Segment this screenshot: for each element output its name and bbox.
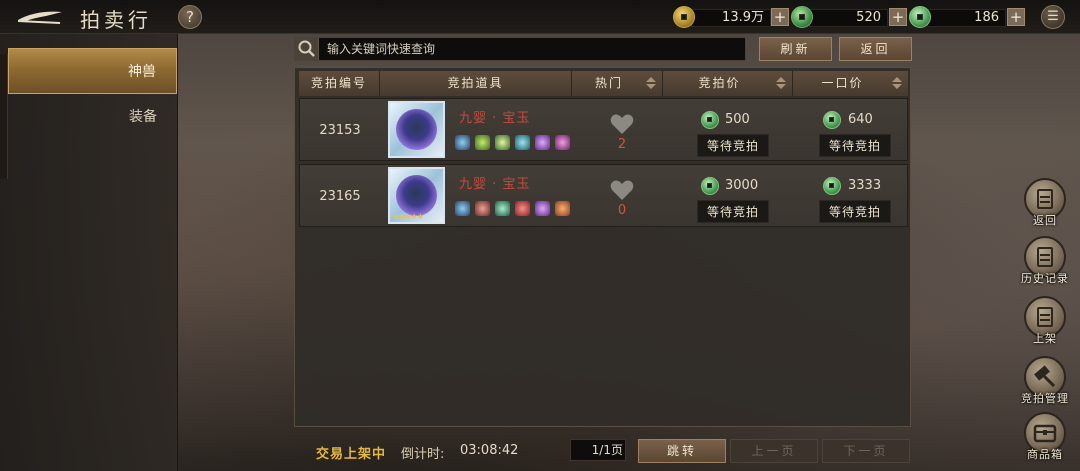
sort-arrows-icon[interactable] xyxy=(646,77,656,89)
add-gold-button[interactable]: + xyxy=(771,8,789,26)
col-hot[interactable]: 热门 xyxy=(572,71,663,96)
skill-icon[interactable] xyxy=(475,135,490,150)
heart-icon[interactable] xyxy=(610,179,634,201)
auction-id: 23153 xyxy=(319,123,361,138)
pagination-bar: 交易上架中 倒计时: 03:08:42 1/1页 跳转 上一页 下一页 xyxy=(294,437,911,465)
question-mark-icon[interactable]: ? xyxy=(178,5,202,29)
list-menu-icon[interactable]: ☰ xyxy=(1041,5,1065,29)
sort-arrows-icon[interactable] xyxy=(892,77,902,89)
hot-count: 2 xyxy=(617,137,627,152)
page-indicator[interactable]: 1/1页 xyxy=(570,439,626,461)
gold-currency: 13.9万 + xyxy=(673,6,791,28)
item-thumbnail[interactable]: ★★★★★ xyxy=(388,167,445,224)
side-history-label: 历史记录 xyxy=(1021,272,1069,285)
tab-equipment[interactable]: 装备 xyxy=(8,94,177,140)
search-bar xyxy=(294,37,746,61)
refresh-button[interactable]: 刷新 xyxy=(759,37,832,61)
buyout-price: 640 xyxy=(848,112,873,127)
add-green-button[interactable]: + xyxy=(889,8,907,26)
table-row[interactable]: 23153 九婴 · 宝玉 2 500 等待竞拍 640 等待竞拍 xyxy=(299,98,908,161)
green-currency: 520 + xyxy=(791,6,908,28)
heart-icon[interactable] xyxy=(610,113,634,135)
col-bid-price-label: 竞拍价 xyxy=(698,76,741,90)
col-auction-id: 竞拍编号 xyxy=(299,71,380,96)
skill-icon[interactable] xyxy=(515,135,530,150)
jade-currency: 186 + xyxy=(909,6,1026,28)
side-goods-box-label: 商品箱 xyxy=(1027,448,1063,461)
table-header: 竞拍编号 竞拍道具 热门 竞拍价 一口价 xyxy=(299,71,908,96)
dragon-icon xyxy=(396,109,437,150)
skill-icon[interactable] xyxy=(495,201,510,216)
col-hot-label: 热门 xyxy=(594,76,623,90)
countdown-value: 03:08:42 xyxy=(460,443,519,458)
bid-status[interactable]: 等待竞拍 xyxy=(697,200,769,223)
col-buyout-price[interactable]: 一口价 xyxy=(793,71,908,96)
skill-icon[interactable] xyxy=(555,135,570,150)
star-rating: ★★★★★ xyxy=(392,212,424,221)
jade-coin-icon xyxy=(823,111,841,129)
return-button[interactable]: 返回 xyxy=(839,37,912,61)
sort-arrows-icon[interactable] xyxy=(776,77,786,89)
add-jade-button[interactable]: + xyxy=(1007,8,1025,26)
back-arrow-icon[interactable] xyxy=(16,8,64,26)
buyout-price: 3333 xyxy=(848,178,882,193)
search-input[interactable] xyxy=(327,38,737,60)
skill-icon[interactable] xyxy=(495,135,510,150)
col-bid-price[interactable]: 竞拍价 xyxy=(663,71,793,96)
side-list-item-label: 上架 xyxy=(1033,332,1057,345)
auction-id: 23165 xyxy=(319,189,361,204)
bid-price: 3000 xyxy=(725,178,759,193)
bid-price: 500 xyxy=(725,112,750,127)
skill-icon[interactable] xyxy=(535,201,550,216)
item-thumbnail[interactable] xyxy=(388,101,445,158)
countdown-label: 倒计时: xyxy=(401,447,445,462)
side-auction-manage-button[interactable]: 竞拍管理 xyxy=(1016,356,1074,408)
skill-icon[interactable] xyxy=(455,201,470,216)
search-icon[interactable] xyxy=(295,38,319,60)
gold-currency-value: 13.9万 xyxy=(691,9,771,27)
side-list-item-button[interactable]: 上架 xyxy=(1016,296,1074,348)
skill-icon[interactable] xyxy=(455,135,470,150)
prev-page-button[interactable]: 上一页 xyxy=(730,439,818,463)
item-name: 九婴 · 宝玉 xyxy=(459,111,531,126)
dragon-icon xyxy=(396,175,437,216)
skill-icon[interactable] xyxy=(515,201,530,216)
jump-button[interactable]: 跳转 xyxy=(638,439,726,463)
green-coin-icon xyxy=(791,6,813,28)
bid-status[interactable]: 等待竞拍 xyxy=(697,134,769,157)
col-auction-item: 竞拍道具 xyxy=(380,71,572,96)
page-title: 拍卖行 xyxy=(80,8,152,32)
category-sidebar: 神兽 装备 xyxy=(0,34,178,471)
jade-coin-icon xyxy=(701,111,719,129)
table-row[interactable]: 23165 ★★★★★ 九婴 · 宝玉 0 3000 等待竞拍 3333 等待竞… xyxy=(299,164,908,227)
side-history-button[interactable]: 历史记录 xyxy=(1016,236,1074,288)
sidebar-rail xyxy=(0,54,8,179)
buyout-status[interactable]: 等待竞拍 xyxy=(819,134,891,157)
gold-coin-icon xyxy=(673,6,695,28)
col-buyout-price-label: 一口价 xyxy=(821,76,864,90)
hot-count: 0 xyxy=(617,203,627,218)
skill-icon[interactable] xyxy=(535,135,550,150)
item-name: 九婴 · 宝玉 xyxy=(459,177,531,192)
skill-icon[interactable] xyxy=(555,201,570,216)
next-page-button[interactable]: 下一页 xyxy=(822,439,910,463)
green-currency-value: 520 xyxy=(809,9,888,27)
buyout-status[interactable]: 等待竞拍 xyxy=(819,200,891,223)
skill-icon[interactable] xyxy=(475,201,490,216)
side-auction-manage-label: 竞拍管理 xyxy=(1021,392,1069,405)
side-return-button[interactable]: 返回 xyxy=(1016,178,1074,230)
tab-divine-beast[interactable]: 神兽 xyxy=(8,48,177,94)
auction-table: 竞拍编号 竞拍道具 热门 竞拍价 一口价 23153 九婴 · 宝玉 2 500… xyxy=(294,67,911,427)
top-bar: 拍卖行 ? 13.9万 + 520 + 186 + ☰ xyxy=(0,0,1080,34)
trade-status: 交易上架中 xyxy=(316,447,387,462)
jade-coin-icon xyxy=(823,177,841,195)
side-goods-box-button[interactable]: 商品箱 xyxy=(1016,412,1074,464)
jade-coin-icon xyxy=(909,6,931,28)
jade-currency-value: 186 xyxy=(927,9,1006,27)
side-return-label: 返回 xyxy=(1033,214,1057,227)
jade-coin-icon xyxy=(701,177,719,195)
